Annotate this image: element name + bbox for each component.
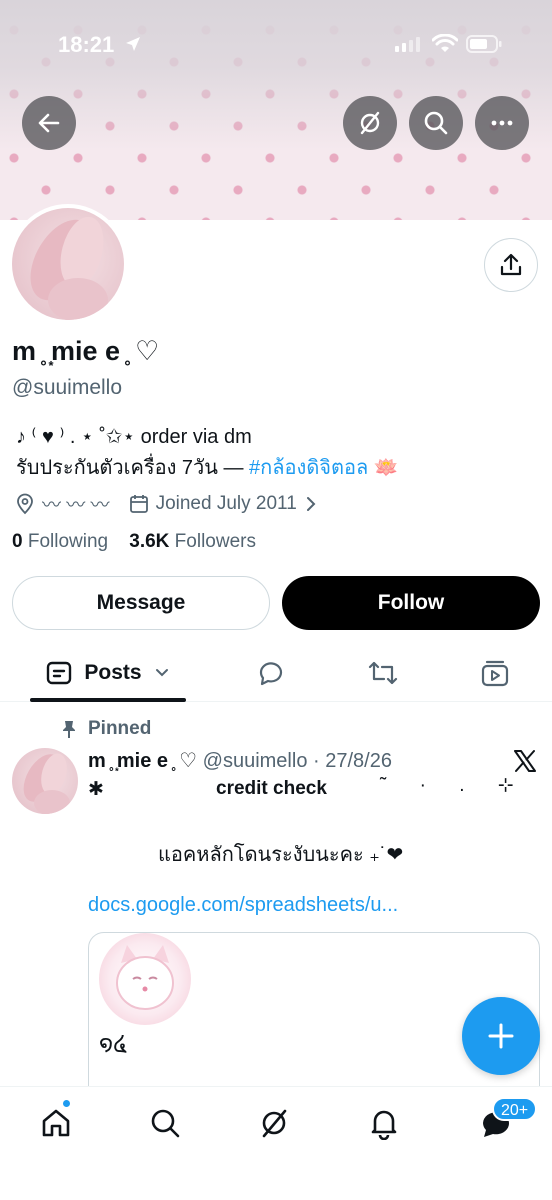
posts-icon — [46, 660, 72, 686]
post-header: m ̥ ͙mie e ̥ ♡ @suuimello · 27/8/26 — [88, 748, 392, 773]
bio-line-1: ♪ ⁽ ♥︎ ⁾ . ⋆ ˚✩⋆ order via dm — [16, 426, 252, 448]
more-dots-icon — [491, 120, 513, 126]
cellular-signal-icon — [395, 36, 421, 57]
grok-icon — [360, 111, 380, 135]
plus-icon — [488, 1023, 514, 1049]
message-button[interactable]: Message — [12, 576, 270, 630]
post-star: ✱ — [88, 779, 104, 800]
pin-icon — [60, 719, 78, 739]
bio-text: รับประกันตัวเครื่อง 7วัน — — [16, 457, 250, 479]
post-handle-date: @suuimello · 27/8/26 — [202, 750, 392, 772]
chevron-right-icon[interactable] — [305, 495, 317, 513]
bottom-navigation: 20+ — [0, 1086, 552, 1200]
location-arrow-icon — [124, 35, 142, 58]
grok-icon — [262, 1109, 287, 1138]
follow-button[interactable]: Follow — [282, 576, 540, 630]
joined-date: Joined July 2011 — [155, 492, 297, 514]
more-options-button[interactable] — [475, 96, 529, 150]
media-icon — [481, 660, 509, 687]
post-text-line-2: แอคหลักโดนระงับนะคะ ₊˙❤ — [158, 844, 404, 866]
post-text-line-1: ✱ credit check ˜ · . ⊹ — [88, 775, 518, 801]
status-bar: 18:21 — [0, 0, 552, 90]
lotus-emoji: 🪷 — [373, 457, 399, 479]
post-link[interactable]: docs.google.com/spreadsheets/u... — [88, 894, 398, 917]
profile-avatar[interactable] — [8, 204, 128, 324]
tab-posts[interactable]: Posts — [30, 644, 186, 702]
follow-stats: 0 Following 3.6K Followers — [12, 531, 256, 553]
bio-line-2: รับประกันตัวเครื่อง 7วัน — #กล้องดิจิตอล… — [16, 453, 536, 484]
nav-home[interactable] — [36, 1103, 76, 1143]
calendar-icon — [128, 493, 150, 515]
pinned-label: Pinned — [88, 718, 152, 739]
tab-media[interactable] — [470, 644, 520, 702]
active-tab-indicator — [30, 698, 186, 702]
arrow-left-icon — [38, 113, 60, 133]
tab-posts-label: Posts — [84, 661, 142, 684]
user-handle: @suuimello — [12, 376, 123, 399]
share-button[interactable] — [484, 238, 538, 292]
post-author-avatar[interactable] — [12, 748, 78, 814]
nav-search[interactable] — [145, 1103, 185, 1143]
status-time: 18:21 — [58, 32, 115, 57]
back-button[interactable] — [22, 96, 76, 150]
bunny-avatar-image — [12, 208, 124, 320]
post-credit-text: credit check — [216, 778, 327, 799]
home-icon — [42, 1109, 70, 1137]
messages-badge: 20+ — [492, 1097, 538, 1121]
search-icon — [151, 1109, 180, 1138]
share-icon — [500, 253, 522, 276]
tab-reposts[interactable] — [358, 644, 408, 702]
profile-tabs: Posts — [0, 644, 552, 702]
tab-replies[interactable] — [246, 644, 296, 702]
location-pin-icon — [14, 493, 36, 515]
home-notification-dot — [62, 1099, 71, 1108]
wifi-icon — [431, 33, 459, 59]
post-decoration: ˜ · . ⊹ — [380, 775, 528, 796]
profile-meta: 〰︎ 〰︎ 〰︎ Joined July 2011 — [14, 490, 317, 517]
search-icon — [424, 111, 448, 135]
repost-icon — [368, 661, 398, 685]
card-cat-image — [99, 933, 191, 1025]
compose-post-button[interactable] — [462, 997, 540, 1075]
search-button[interactable] — [409, 96, 463, 150]
hashtag-link[interactable]: #กล้องดิจิตอล — [249, 457, 368, 479]
card-text: ໑໔ — [99, 1031, 127, 1056]
reply-bubble-icon — [259, 662, 283, 686]
pinned-indicator: Pinned — [60, 718, 151, 740]
following-link[interactable]: 0 Following — [12, 531, 108, 552]
nav-grok[interactable] — [254, 1103, 294, 1143]
nav-notifications[interactable] — [364, 1103, 404, 1143]
profile-bio: ♪ ⁽ ♥︎ ⁾ . ⋆ ˚✩⋆ order via dm รับประกันต… — [16, 422, 536, 484]
post-author-name[interactable]: m ̥ ͙mie e ̥ ♡ — [88, 750, 197, 772]
bell-icon — [371, 1110, 397, 1140]
battery-icon — [466, 35, 502, 58]
location-text: 〰︎ 〰︎ 〰︎ — [42, 495, 110, 516]
grok-button[interactable] — [343, 96, 397, 150]
followers-link[interactable]: 3.6K Followers — [129, 531, 256, 552]
chevron-down-icon — [154, 667, 170, 679]
display-name: m ̥ ͙mie e ̥ ♡ — [12, 336, 160, 366]
